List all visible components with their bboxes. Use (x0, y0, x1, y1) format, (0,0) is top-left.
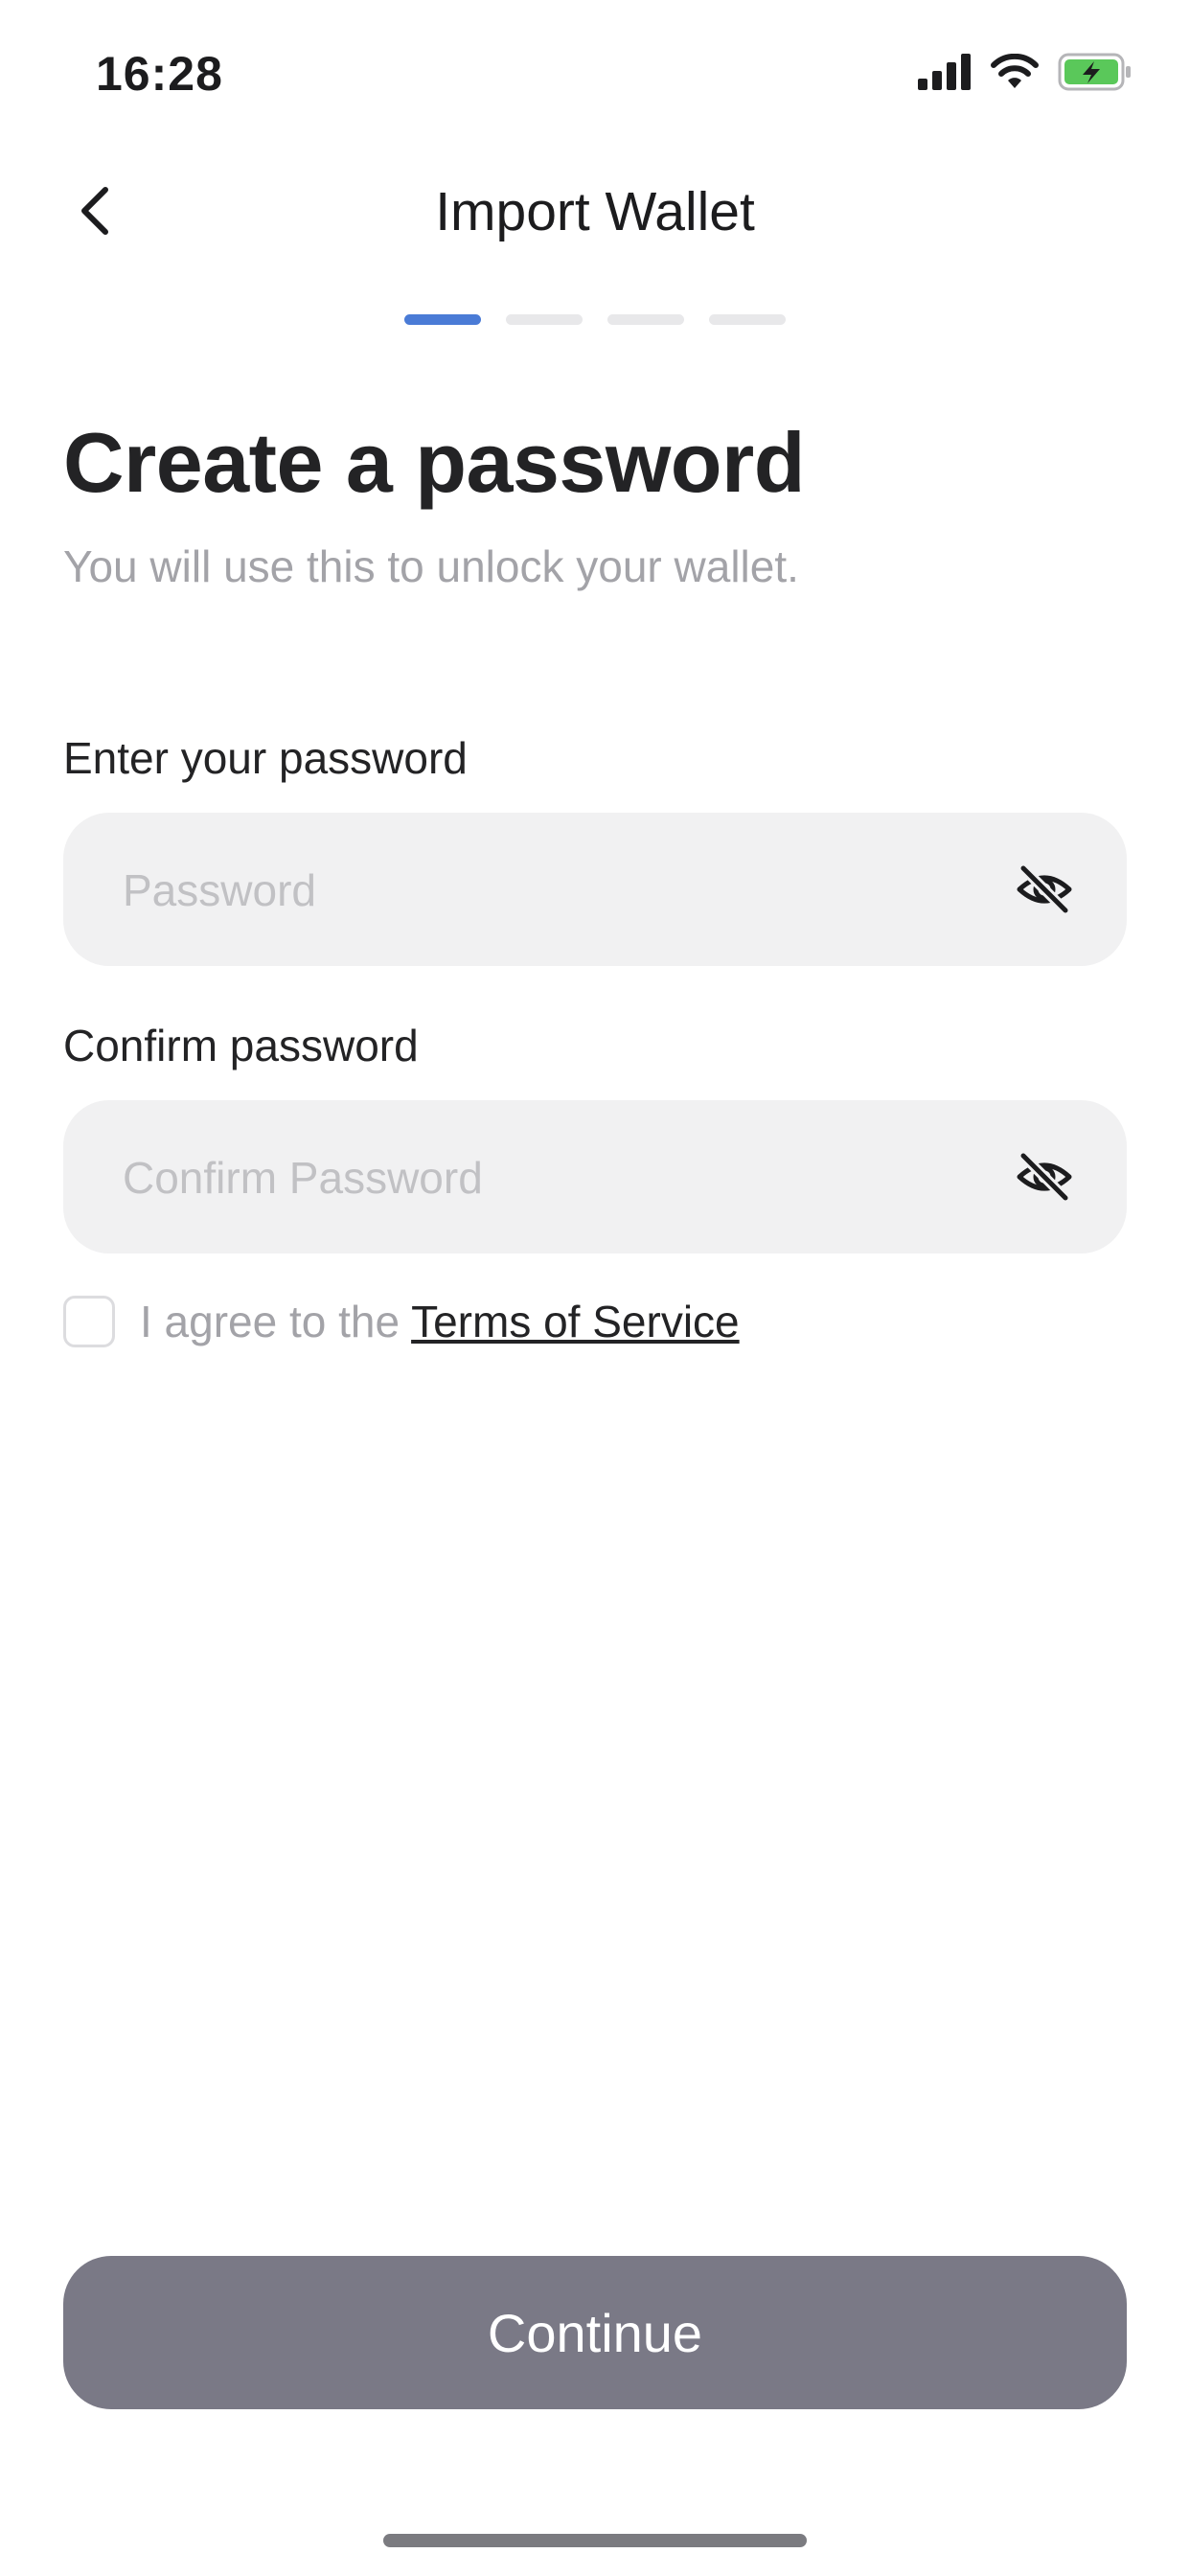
continue-button[interactable]: Continue (63, 2256, 1127, 2409)
status-icons (918, 53, 1133, 91)
eye-off-icon[interactable] (1016, 1150, 1073, 1204)
progress-step-4 (709, 314, 786, 325)
status-bar: 16:28 (0, 0, 1190, 144)
cellular-signal-icon (918, 54, 971, 90)
confirm-password-label: Confirm password (63, 1021, 419, 1070)
home-indicator (383, 2534, 807, 2547)
wifi-icon (991, 54, 1039, 88)
battery-charging-icon (1058, 53, 1131, 91)
eye-off-icon[interactable] (1016, 862, 1073, 916)
progress-step-1 (404, 314, 481, 325)
terms-text: I agree to the (140, 1297, 400, 1346)
password-field (63, 813, 1127, 968)
progress-step-3 (607, 314, 684, 325)
progress-step-2 (506, 314, 583, 325)
page-title: Create a password (63, 415, 806, 510)
status-time: 16:28 (96, 47, 223, 101)
terms-row: I agree to the Terms of Service (63, 1296, 740, 1347)
nav-title: Import Wallet (435, 181, 755, 242)
confirm-password-field (63, 1100, 1127, 1255)
terms-of-service-link[interactable]: Terms of Service (411, 1296, 740, 1347)
password-input[interactable] (121, 813, 987, 968)
nav-bar: Import Wallet (0, 163, 1190, 259)
step-progress (404, 314, 786, 325)
password-label: Enter your password (63, 733, 468, 783)
page-subtitle: You will use this to unlock your wallet. (63, 541, 799, 591)
terms-checkbox[interactable] (63, 1296, 115, 1347)
confirm-password-input[interactable] (121, 1100, 987, 1255)
